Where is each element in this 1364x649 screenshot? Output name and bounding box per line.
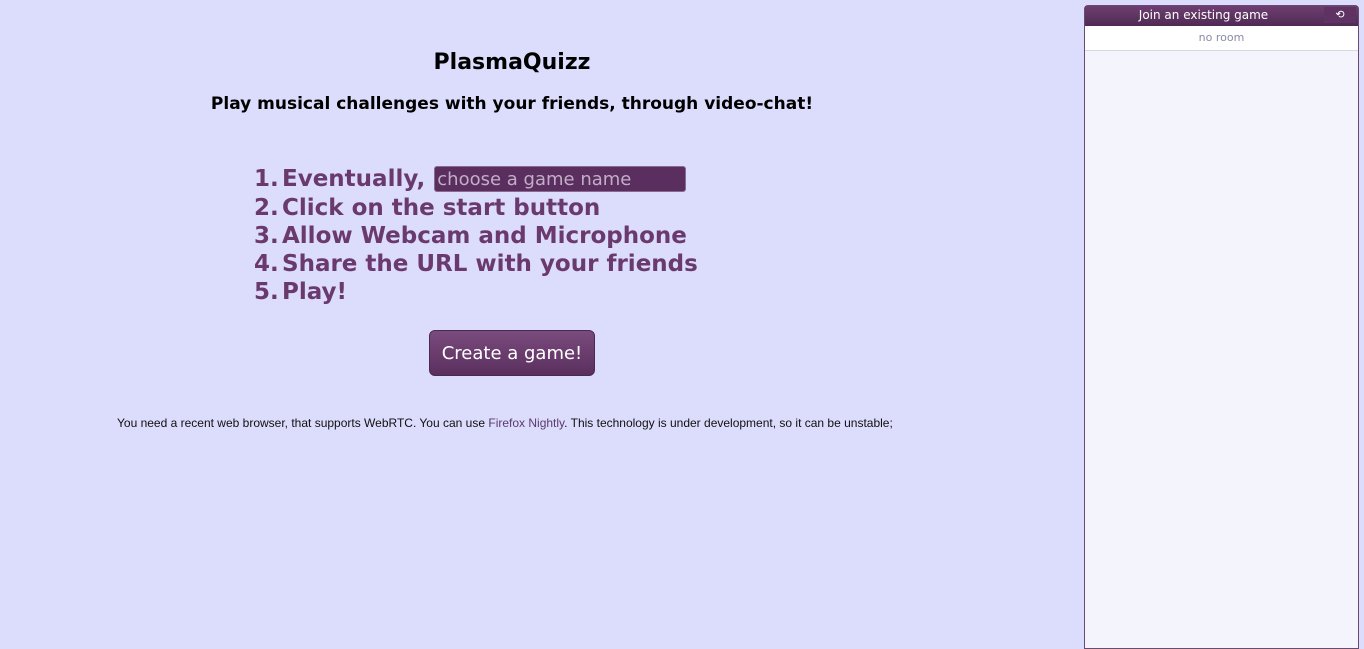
notice-text-after: . This technology is under development, … (564, 416, 893, 430)
step-label: Share the URL with your friends (282, 251, 698, 277)
step-label: Eventually, (282, 166, 426, 192)
steps-list: 1. Eventually, 2. Click on the start but… (254, 164, 698, 306)
game-name-input[interactable] (434, 166, 687, 192)
page-title: PlasmaQuizz (433, 50, 591, 75)
step-2: 2. Click on the start button (254, 194, 698, 222)
step-label: Click on the start button (282, 195, 601, 221)
step-5: 5. Play! (254, 278, 698, 306)
step-1: 1. Eventually, (254, 164, 698, 194)
firefox-nightly-link[interactable]: Firefox Nightly (488, 416, 564, 430)
no-room-message: no room (1085, 26, 1358, 51)
refresh-icon[interactable]: ⟲ (1324, 7, 1356, 23)
join-panel-title: Join an existing game (1138, 8, 1269, 22)
step-3: 3. Allow Webcam and Microphone (254, 222, 698, 250)
main-content: PlasmaQuizz Play musical challenges with… (0, 0, 1024, 649)
step-number: 4. (254, 251, 279, 277)
step-label: Allow Webcam and Microphone (282, 223, 687, 249)
step-label: Play! (282, 279, 348, 305)
join-panel-header: Join an existing game ⟲ (1085, 6, 1358, 26)
step-number: 5. (254, 279, 279, 305)
browser-notice: You need a recent web browser, that supp… (117, 416, 893, 430)
page-subtitle: Play musical challenges with your friend… (210, 94, 814, 114)
step-number: 3. (254, 223, 279, 249)
join-game-panel: Join an existing game ⟲ no room (1084, 5, 1359, 649)
notice-text-before: You need a recent web browser, that supp… (117, 416, 489, 430)
step-number: 1. (254, 166, 279, 192)
create-game-button[interactable]: Create a game! (429, 330, 595, 376)
step-4: 4. Share the URL with your friends (254, 250, 698, 278)
step-number: 2. (254, 195, 279, 221)
